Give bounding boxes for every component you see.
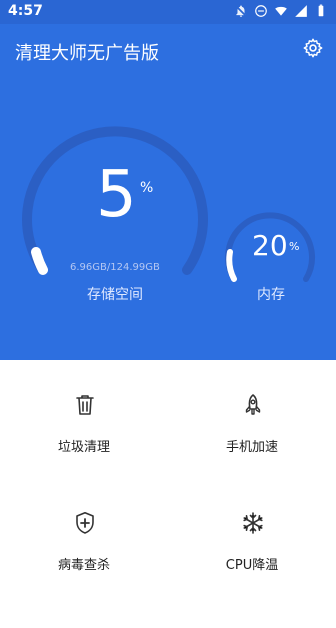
snowflake-icon	[243, 512, 263, 534]
storage-percent: 5	[96, 158, 137, 232]
do-not-disturb-icon	[255, 5, 267, 17]
status-time: 4:57	[8, 3, 43, 19]
action-virus-scan-label: 病毒查杀	[57, 558, 110, 573]
app-root: 4:57 清理大师无广告版 5 % 6.96GB/124.99GB 存储空间 2…	[0, 0, 336, 597]
settings-gear-icon[interactable]	[302, 37, 324, 59]
status-icons	[234, 4, 328, 18]
signal-icon	[295, 5, 307, 17]
storage-percent-sign: %	[140, 180, 154, 196]
memory-percent-sign: %	[289, 240, 300, 253]
action-cpu-cool[interactable]: CPU降温	[168, 510, 336, 628]
action-phone-speedup[interactable]: 手机加速	[168, 392, 336, 510]
trash-icon	[76, 395, 94, 415]
action-phone-speedup-label: 手机加速	[225, 440, 278, 455]
memory-gauge-progress	[226, 249, 237, 282]
dashboard-hero: 4:57 清理大师无广告版 5 % 6.96GB/124.99GB 存储空间 2…	[0, 0, 336, 360]
actions-panel: 垃圾清理 手机加速 病毒查杀 CPU降温	[0, 360, 336, 597]
app-title: 清理大师无广告版	[15, 43, 159, 64]
memory-label: 内存	[257, 287, 285, 303]
shield-plus-icon	[76, 511, 94, 534]
storage-size-text: 6.96GB/124.99GB	[70, 262, 160, 273]
storage-label: 存储空间	[87, 287, 143, 303]
action-junk-clean[interactable]: 垃圾清理	[0, 392, 168, 510]
action-virus-scan[interactable]: 病毒查杀	[0, 510, 168, 628]
action-junk-clean-label: 垃圾清理	[57, 440, 110, 455]
wifi-icon	[275, 6, 287, 16]
notifications-off-icon	[235, 5, 247, 17]
battery-icon	[318, 4, 324, 17]
storage-gauge-progress	[31, 247, 48, 275]
memory-percent: 20	[252, 229, 288, 262]
rocket-icon	[245, 394, 261, 415]
status-bar: 4:57	[0, 0, 336, 24]
action-cpu-cool-label: CPU降温	[225, 558, 279, 573]
